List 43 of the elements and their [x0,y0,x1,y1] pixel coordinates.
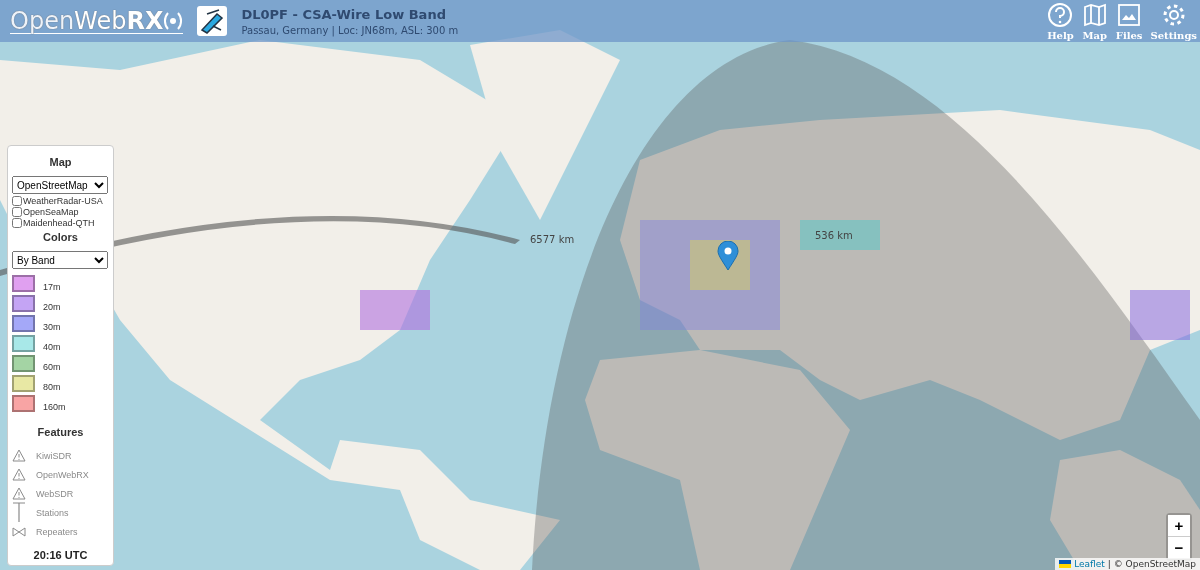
help-button[interactable]: Help [1044,1,1077,41]
checkbox-label: Maidenhead-QTH [23,218,95,228]
location-pin-icon [717,241,739,271]
section-heading: Features [36,426,85,438]
color-mode-dropdown[interactable]: By Band [12,251,108,269]
checkbox[interactable] [12,196,22,206]
legend-label: 80m [43,382,61,392]
checkbox[interactable] [12,218,22,228]
distance-label: 6577 km [530,234,575,245]
attribution-text: | © OpenStreetMap [1107,559,1196,569]
map-button[interactable]: Map [1078,1,1111,41]
map-icon [1081,1,1108,28]
warning-triangle-icon [12,486,26,501]
checkbox-label: WeatherRadar-USA [23,196,103,206]
help-icon [1047,1,1074,28]
receiver-location: Passau, Germany | Loc: JN68m, ASL: 300 m [241,24,460,36]
warning-triangle-icon [12,448,26,463]
legend-label: 17m [43,282,61,292]
legend-label: 60m [43,362,61,372]
legend-label: 160m [43,402,66,412]
section-heading: Map [48,156,73,168]
receiver-avatar-icon [197,6,228,36]
receiver-title: DL0PF - CSA-Wire Low Band [241,6,447,22]
settings-button[interactable]: Settings [1147,1,1200,41]
utc-clock: 20:16 UTC [32,549,89,561]
mast-icon [12,502,26,523]
legend-label: 20m [43,302,61,312]
bowtie-icon [12,525,26,538]
zoom-in-button[interactable]: + [1168,515,1190,537]
zoom-out-button[interactable]: − [1168,537,1190,559]
section-heading: Colors [42,231,79,243]
picture-frame-icon [1116,1,1143,28]
legend-label: 40m [43,342,61,352]
checkbox[interactable] [12,207,22,217]
map-layer-dropdown[interactable]: OpenStreetMap [12,176,108,194]
flag-icon [1059,560,1072,568]
files-button[interactable]: Files [1112,1,1146,41]
attribution-link[interactable]: Leaflet [1074,559,1105,569]
logo: OpenWebRX [10,8,184,34]
legend-label: 30m [43,322,61,332]
checkbox-label: OpenSeaMap [23,207,79,217]
warning-triangle-icon [12,467,26,482]
distance-label: 536 km [815,230,853,241]
